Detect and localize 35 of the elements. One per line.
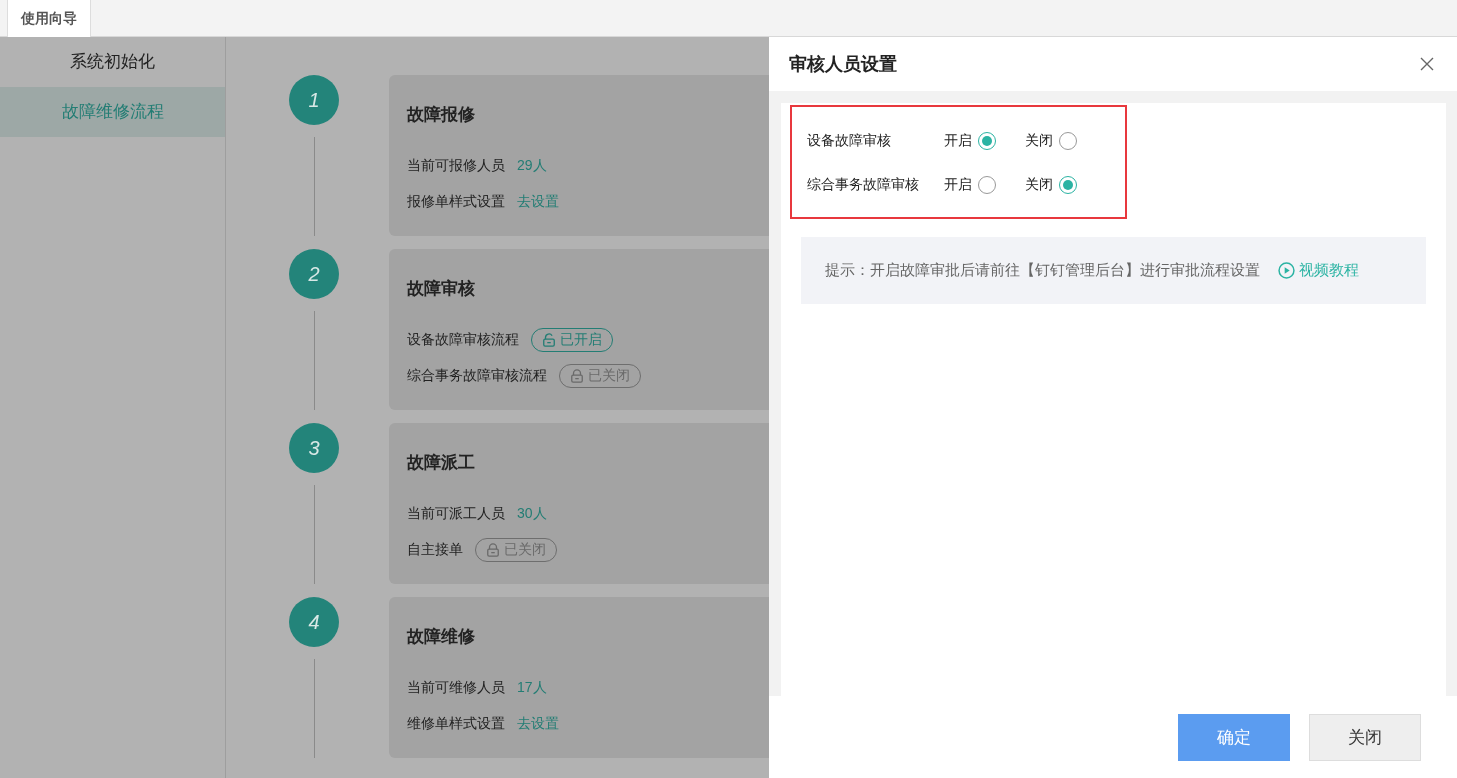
step-title: 故障派工 xyxy=(407,452,476,474)
play-icon xyxy=(1278,262,1295,279)
close-button[interactable]: 关闭 xyxy=(1309,713,1421,761)
sidebar-item[interactable]: 系统初始化 xyxy=(0,37,225,87)
row-value: 17人 xyxy=(517,679,547,697)
option-label: 综合事务故障审核 xyxy=(807,176,920,194)
step-number: 2 xyxy=(289,249,339,299)
row-value: 30人 xyxy=(517,505,547,523)
step-title: 故障报修 xyxy=(407,104,476,126)
step-number: 1 xyxy=(289,75,339,125)
row-label: 当前可报修人员 xyxy=(407,157,505,175)
row-label: 维修单样式设置 xyxy=(407,715,505,733)
radio-option[interactable]: 关闭 xyxy=(1025,132,1106,150)
radio-option[interactable]: 关闭 xyxy=(1025,176,1106,194)
row-label: 当前可维修人员 xyxy=(407,679,505,697)
close-icon[interactable] xyxy=(1419,56,1435,72)
row-label: 设备故障审核流程 xyxy=(407,331,519,349)
row-label: 当前可派工人员 xyxy=(407,505,505,523)
step-title: 故障审核 xyxy=(407,278,476,300)
option-label: 设备故障审核 xyxy=(807,132,892,150)
tip-text: 提示：开启故障审批后请前往【钉钉管理后台】进行审批流程设置 xyxy=(825,261,1260,280)
row-label: 报修单样式设置 xyxy=(407,193,505,211)
radio-option[interactable]: 开启 xyxy=(944,176,1025,194)
step-number: 4 xyxy=(289,597,339,647)
step-title: 故障维修 xyxy=(407,626,476,648)
drawer-title: 审核人员设置 xyxy=(789,53,897,76)
lock-icon xyxy=(486,543,500,557)
top-tab[interactable]: 使用向导 xyxy=(7,0,91,37)
radio-option[interactable]: 开启 xyxy=(944,132,1025,150)
step-number: 3 xyxy=(289,423,339,473)
lock-icon xyxy=(542,333,556,347)
row-value: 29人 xyxy=(517,157,547,175)
row-label: 自主接单 xyxy=(407,541,463,559)
lock-icon xyxy=(570,369,584,383)
row-label: 综合事务故障审核流程 xyxy=(407,367,547,385)
